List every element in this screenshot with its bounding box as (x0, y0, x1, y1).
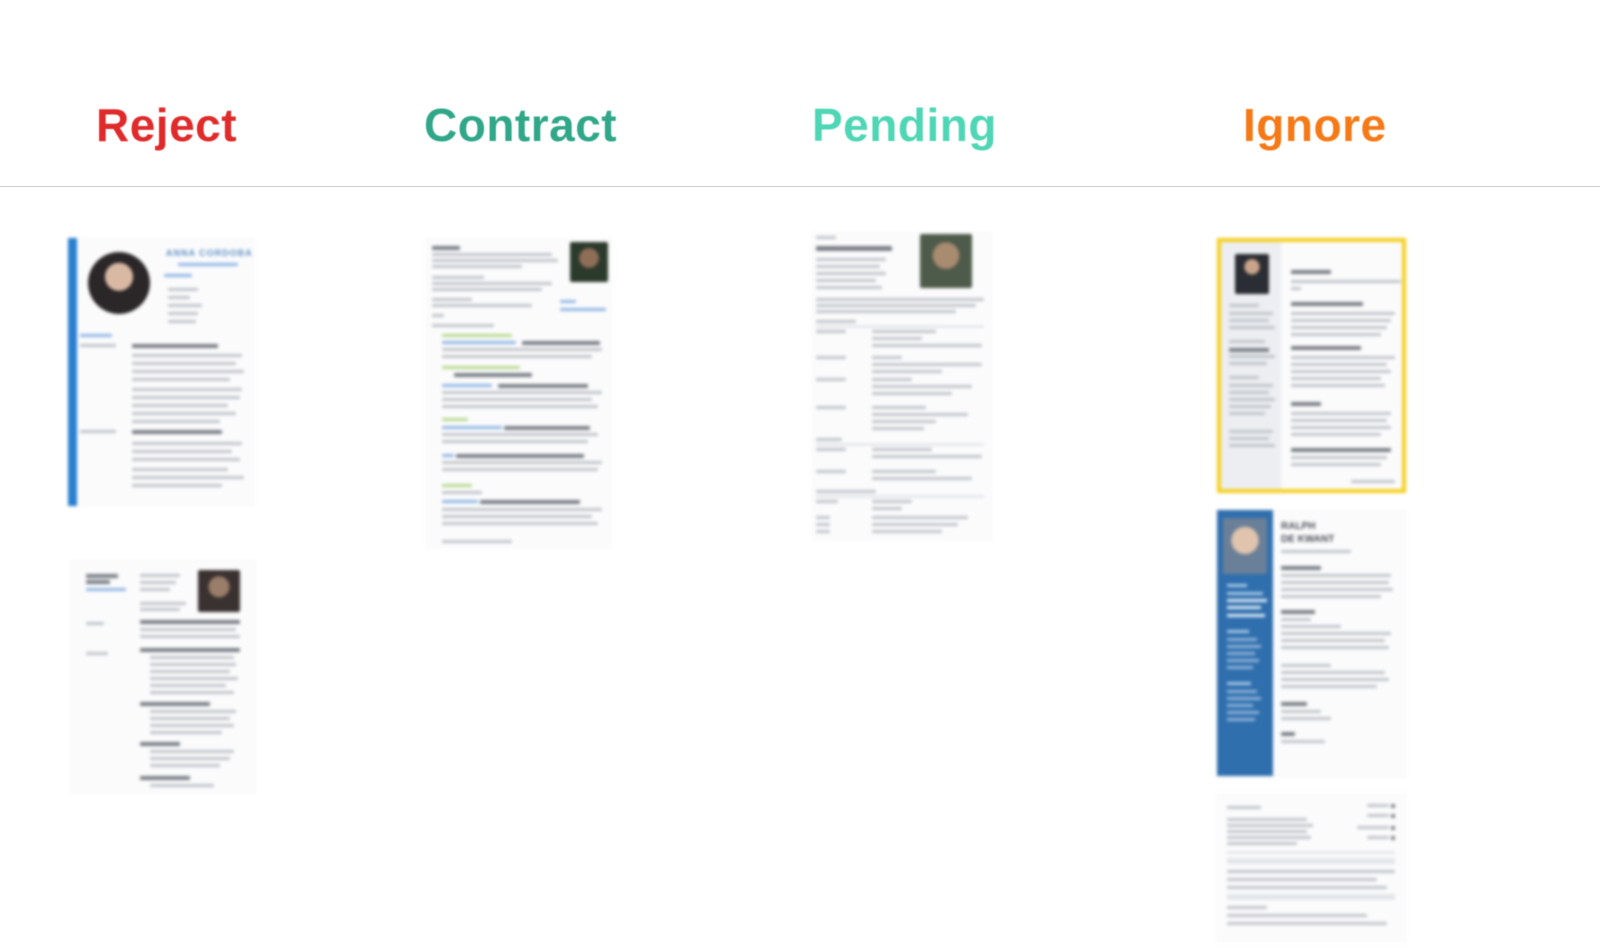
resume-card[interactable] (812, 232, 992, 540)
candidate-photo (88, 252, 150, 314)
candidate-photo (1235, 254, 1269, 294)
candidate-photo (198, 570, 240, 612)
candidate-photo (920, 234, 972, 288)
accent-bar (68, 238, 77, 506)
candidate-name: RALPH DE KWANT (1281, 521, 1335, 545)
resume-card[interactable] (1217, 794, 1406, 942)
board-header: Reject Contract Pending Ignore (0, 0, 1600, 187)
column-title-contract[interactable]: Contract (424, 95, 617, 155)
column-title-ignore[interactable]: Ignore (1243, 95, 1387, 155)
resume-card[interactable]: ANNA CORDOBA (68, 238, 254, 506)
candidate-photo (1223, 518, 1267, 574)
column-title-pending[interactable]: Pending (812, 95, 997, 155)
resume-card[interactable]: RALPH DE KWANT (1217, 510, 1406, 778)
resume-card[interactable] (70, 560, 256, 794)
candidate-photo (570, 242, 608, 282)
resume-card[interactable] (426, 238, 612, 548)
resume-card-selected[interactable] (1217, 238, 1406, 493)
candidate-name: ANNA CORDOBA (166, 248, 253, 258)
column-title-reject[interactable]: Reject (96, 95, 237, 155)
